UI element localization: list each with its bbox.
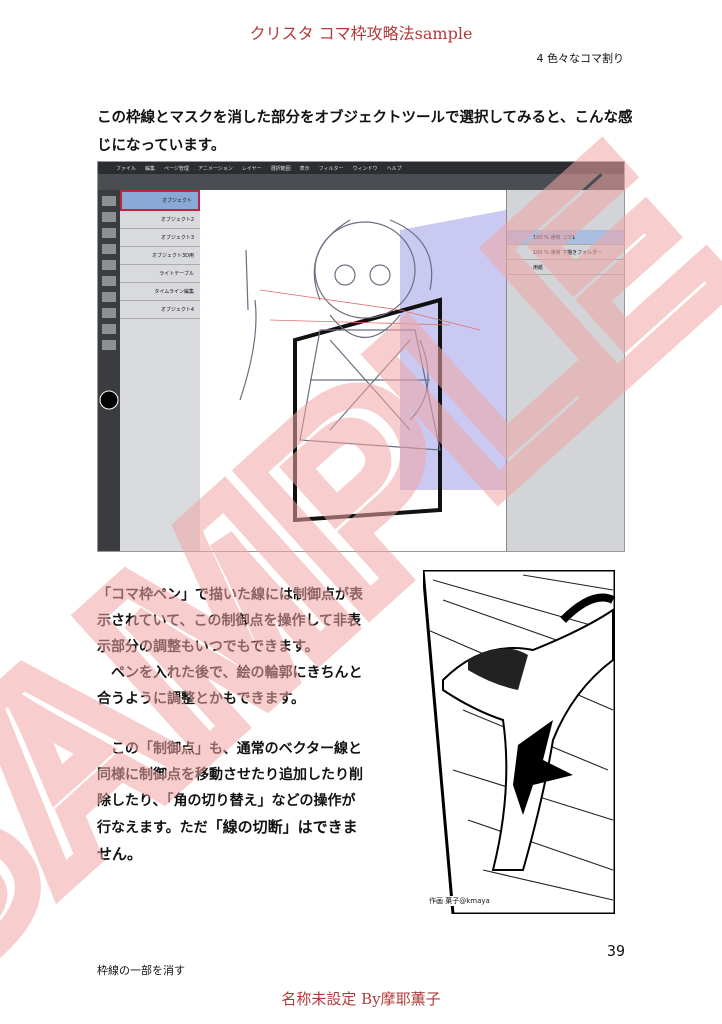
layer-row: 100 % 通常 下描きフォルダー — [507, 245, 624, 260]
page-number: 39 — [607, 942, 626, 960]
layer-panel: 100 % 通常 コマ1 100 % 通常 下描きフォルダー 用紙 — [506, 190, 624, 551]
section-label: 枠線の一部を消す — [97, 964, 185, 977]
menu-item: アニメーション — [197, 165, 233, 172]
manga-illustration — [423, 570, 615, 914]
tool-palette — [98, 190, 120, 551]
app-screenshot: ファイル 編集 ページ管理 アニメーション レイヤー 選択範囲 表示 フィルター… — [97, 161, 625, 552]
menu-item: レイヤー — [241, 165, 262, 172]
body-paragraph: この「制御点」も、通常のベクター線と同様に制御点を移動させたり追加したり削除した… — [97, 736, 367, 868]
drawing-canvas — [200, 190, 506, 551]
chapter-label: 4 色々なコマ割り — [536, 52, 625, 65]
menu-item: 選択範囲 — [270, 165, 291, 172]
subtool-item: タイムライン編集 — [120, 283, 200, 301]
layer-row: 用紙 — [507, 260, 624, 275]
subtool-item: オブジェクト4 — [120, 301, 200, 319]
layer-row: 100 % 通常 コマ1 — [507, 230, 624, 245]
subtool-panel: オブジェクト オブジェクト2 オブジェクト3 オブジェクト3D用 ライトテーブル… — [120, 190, 201, 551]
header-title: クリスタ コマ枠攻略法sample — [249, 24, 473, 43]
body-text: 「コマ枠ペン」で描いた線には制御点が表示されていて、この制御点を操作して非表示部… — [97, 582, 367, 868]
body-paragraph: ペンを入れた後で、絵の輪郭にきちんと合うように調整とかもできます。 — [97, 665, 363, 707]
manga-panel — [423, 570, 615, 914]
footer-author: 名称未設定 By摩耶薫子 — [281, 990, 441, 1008]
subtool-item: オブジェクト3D用 — [120, 247, 200, 265]
menu-item: ページ管理 — [164, 165, 189, 172]
layer-toolbar — [507, 190, 624, 230]
menu-item: ファイル — [116, 165, 137, 172]
menu-item: ウィンドウ — [352, 165, 378, 172]
body-paragraph: 「コマ枠ペン」で描いた線には制御点が表示されていて、この制御点を操作して非表示部… — [97, 587, 363, 655]
subtool-item: オブジェクト2 — [120, 211, 200, 229]
subtool-item: ライトテーブル — [120, 265, 200, 283]
menu-item: ヘルプ — [386, 165, 402, 172]
toolbar — [98, 174, 624, 190]
tool-icons — [99, 196, 119, 410]
menu-item: フィルター — [318, 165, 344, 172]
subtool-item: オブジェクト3 — [120, 229, 200, 247]
subtool-item: オブジェクト — [120, 190, 200, 211]
manga-credit: 作画 菓子@kmaya — [427, 896, 492, 906]
menu-item: 表示 — [299, 165, 310, 172]
menu-bar: ファイル 編集 ページ管理 アニメーション レイヤー 選択範囲 表示 フィルター… — [98, 162, 624, 174]
intro-text: この枠線とマスクを消した部分をオブジェクトツールで選択してみると、こんな感じにな… — [97, 110, 633, 154]
menu-item: 編集 — [145, 165, 156, 172]
sketch-illustration — [239, 210, 506, 523]
